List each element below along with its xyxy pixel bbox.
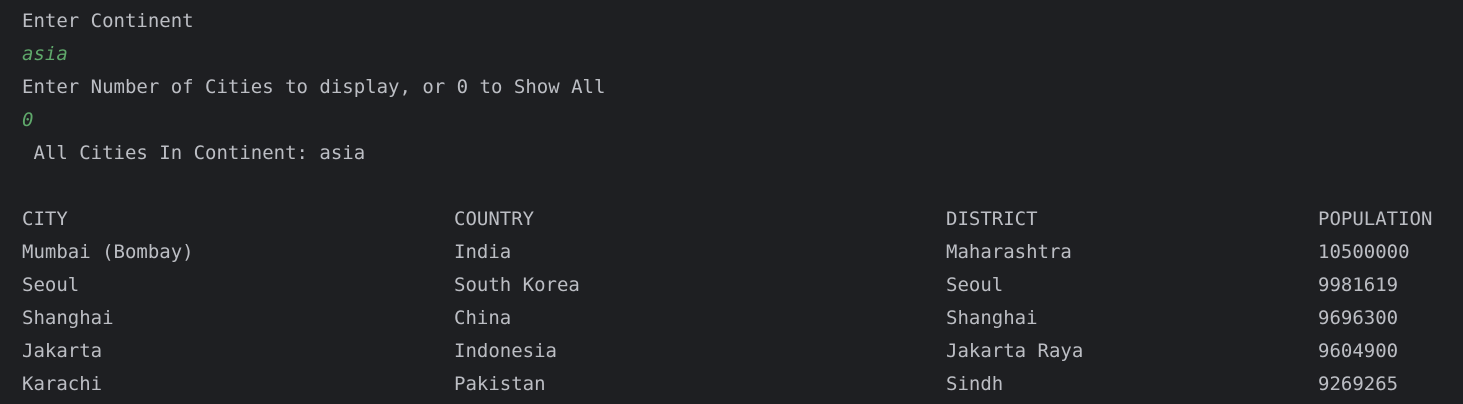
prompt-continent: Enter Continent: [22, 10, 194, 32]
table-header: CITY COUNTRY DISTRICT POPULATION: [0, 203, 1463, 236]
cell-district: Sindh: [946, 373, 1004, 395]
cell-district: Maharashtra: [946, 241, 1072, 263]
cell-country: China: [454, 307, 512, 329]
cell-country: India: [454, 241, 512, 263]
table-row: Mumbai (Bombay) India Maharashtra 105000…: [0, 236, 1463, 269]
input-count: 0: [22, 109, 34, 131]
table-row: Seoul South Korea Seoul 9981619: [0, 269, 1463, 302]
prompt-count: Enter Number of Cities to display, or 0 …: [22, 76, 606, 98]
cell-population: 9269265: [1318, 373, 1399, 395]
header-population: POPULATION: [1318, 208, 1433, 230]
table-row: Shanghai China Shanghai 9696300: [0, 302, 1463, 335]
cell-population: 9981619: [1318, 274, 1399, 296]
cell-district: Seoul: [946, 274, 1004, 296]
cell-district: Shanghai: [946, 307, 1038, 329]
result-heading: All Cities In Continent: asia: [22, 142, 366, 164]
table-row: Jakarta Indonesia Jakarta Raya 9604900: [0, 335, 1463, 368]
cell-population: 9696300: [1318, 307, 1399, 329]
cell-city: Karachi: [22, 373, 103, 395]
header-city: CITY: [22, 208, 68, 230]
cell-population: 9604900: [1318, 340, 1399, 362]
console-output[interactable]: Enter Continent asia Enter Number of Cit…: [0, 0, 1463, 404]
cell-city: Shanghai: [22, 307, 114, 329]
cell-district: Jakarta Raya: [946, 340, 1084, 362]
cell-city: Seoul: [22, 274, 80, 296]
table-row: Karachi Pakistan Sindh 9269265: [0, 368, 1463, 401]
cell-country: South Korea: [454, 274, 580, 296]
input-continent: asia: [22, 43, 68, 65]
cell-population: 10500000: [1318, 241, 1410, 263]
cell-city: Jakarta: [22, 340, 103, 362]
cell-country: Pakistan: [454, 373, 546, 395]
header-district: DISTRICT: [946, 208, 1038, 230]
cell-country: Indonesia: [454, 340, 557, 362]
cell-city: Mumbai (Bombay): [22, 241, 194, 263]
header-country: COUNTRY: [454, 208, 535, 230]
